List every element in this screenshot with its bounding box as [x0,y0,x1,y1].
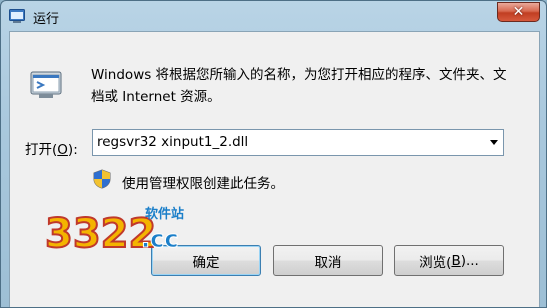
admin-note: 使用管理权限创建此任务。 [122,176,284,192]
watermark-number: 3322 [45,211,156,257]
open-label: 打开(O): [25,142,78,158]
title-bar[interactable]: 运行 ✕ [1,1,546,31]
command-combobox[interactable]: regsvr32 xinput1_2.dll [92,129,504,156]
command-input[interactable]: regsvr32 xinput1_2.dll [97,134,248,150]
dialog-body: Windows 将根据您所输入的名称，为您打开相应的程序、文件夹、文档或 Int… [9,31,540,307]
browse-button[interactable]: 浏览(B)... [394,245,504,276]
close-icon: ✕ [512,4,525,20]
run-program-icon [30,71,62,98]
description-text: Windows 将根据您所输入的名称，为您打开相应的程序、文件夹、文档或 Int… [91,67,507,105]
watermark-tag: 软件站 [145,207,185,222]
window-title: 运行 [33,12,60,27]
chevron-down-icon [490,140,498,145]
dropdown-button[interactable] [485,130,503,155]
uac-shield-icon [93,169,111,189]
watermark-logo: 3322 .cc 软件站 [41,199,201,258]
run-dialog-window: 运行 ✕ Windows 将根据您所输入的名称，为您打开相应的程序、文件夹、文档… [0,0,547,308]
cancel-button[interactable]: 取消 [273,245,383,276]
run-app-icon [9,9,25,23]
close-button[interactable]: ✕ [497,2,540,22]
watermark-domain: .cc [141,225,179,253]
